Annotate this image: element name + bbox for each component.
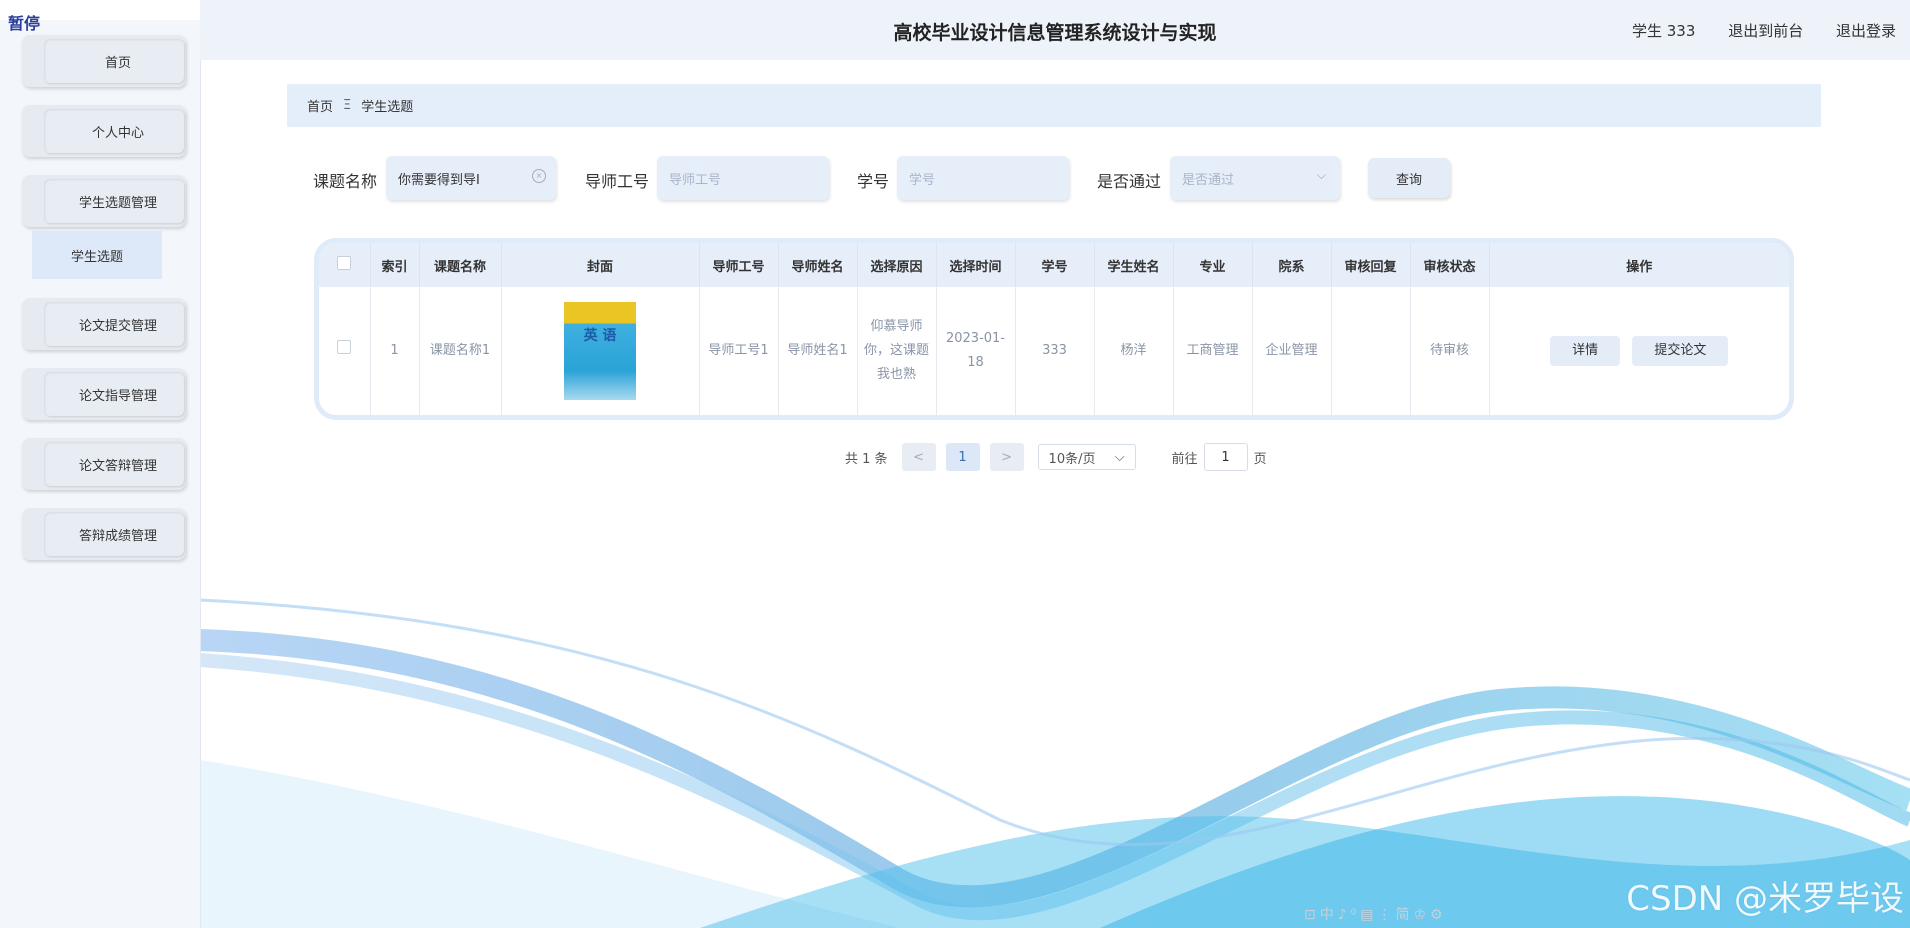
top-header: 高校毕业设计信息管理系统设计与实现 学生 333 退出到前台 退出登录	[200, 0, 1910, 60]
column-header: 导师姓名	[778, 243, 858, 287]
current-user: 学生 333	[1632, 22, 1696, 40]
select-all-checkbox[interactable]	[337, 256, 352, 270]
breadcrumb-current: 学生选题	[361, 100, 414, 115]
student-id-label: 学号	[857, 172, 890, 191]
sidebar: 暂停 首页 个人中心 学生选题管理 学生选题 论文提交管理 论文指导管理 论文答…	[0, 0, 201, 928]
sidebar-item-thesis-submission[interactable]: 论文提交管理	[22, 298, 186, 350]
passed-placeholder: 是否通过	[1182, 172, 1235, 188]
teacher-id-label: 导师工号	[585, 172, 650, 191]
passed-label: 是否通过	[1097, 172, 1162, 191]
ime-toolbar: ⊡中♪⁰▤⋮简♔⚙	[1304, 907, 1447, 923]
cell-index: 1	[370, 287, 420, 415]
cover-title: 英 语	[583, 328, 617, 344]
chevron-down-icon: ⌵	[1114, 449, 1125, 465]
sidebar-item-defense-score[interactable]: 答辩成绩管理	[22, 508, 186, 560]
sidebar-item-label: 答辩成绩管理	[44, 512, 184, 556]
detail-button[interactable]: 详情	[1550, 336, 1621, 366]
cell-status: 待审核	[1410, 287, 1490, 415]
cell-teacher-id: 导师工号1	[699, 287, 779, 415]
row-checkbox[interactable]	[337, 340, 352, 354]
pause-label[interactable]: 暂停	[8, 10, 40, 34]
cell-student-name: 杨洋	[1094, 287, 1174, 415]
column-header: 学号	[1015, 243, 1095, 287]
cell-reply	[1331, 287, 1411, 415]
cell-teacher-name: 导师姓名1	[778, 287, 858, 415]
page-unit-label: 页	[1253, 451, 1267, 467]
page-size-value: 10条/页	[1048, 451, 1096, 467]
search-bar: 课题名称 你需要得到导I × 导师工号 导师工号 学号 学号 是否通过 是否通过…	[0, 156, 1910, 202]
column-header: 专业	[1173, 243, 1253, 287]
sidebar-item-thesis-guidance[interactable]: 论文指导管理	[22, 368, 186, 420]
sidebar-item-thesis-defense[interactable]: 论文答辩管理	[22, 438, 186, 490]
column-header: 索引	[370, 243, 420, 287]
column-header: 院系	[1252, 243, 1332, 287]
cell-cover: 英 语	[501, 287, 700, 415]
teacher-id-placeholder: 导师工号	[669, 172, 722, 188]
teacher-id-input[interactable]: 导师工号	[657, 156, 829, 200]
breadcrumb-separator: Ξ	[343, 98, 352, 113]
sidebar-item-label: 论文答辩管理	[44, 442, 184, 486]
topic-name-label: 课题名称	[313, 172, 378, 191]
topic-table: 索引 课题名称 封面 导师工号 导师姓名 选择原因 选择时间 学号 学生姓名 专…	[314, 238, 1794, 420]
sidebar-item-label: 论文指导管理	[44, 372, 184, 416]
column-header: 操作	[1489, 243, 1789, 287]
cell-department: 企业管理	[1252, 287, 1332, 415]
passed-select[interactable]: 是否通过 ⌵	[1170, 156, 1340, 200]
row-select-cell	[319, 287, 371, 415]
sidebar-item-home[interactable]: 首页	[22, 35, 186, 87]
prev-page-button[interactable]: <	[901, 443, 936, 471]
next-page-button[interactable]: >	[989, 443, 1024, 471]
column-header: 审核状态	[1410, 243, 1490, 287]
column-header: 选择时间	[936, 243, 1016, 287]
sidebar-item-label: 论文提交管理	[44, 302, 184, 346]
column-header: 课题名称	[419, 243, 502, 287]
sidebar-item-label: 个人中心	[44, 109, 184, 153]
goto-page-input[interactable]: 1	[1203, 443, 1248, 471]
student-id-input[interactable]: 学号	[897, 156, 1069, 200]
back-to-front-link[interactable]: 退出到前台	[1728, 22, 1803, 40]
cell-topic: 课题名称1	[419, 287, 502, 415]
logout-link[interactable]: 退出登录	[1836, 22, 1896, 40]
sidebar-item-label: 首页	[44, 39, 184, 83]
cell-time: 2023-01-18	[936, 287, 1016, 415]
student-id-placeholder: 学号	[909, 172, 936, 188]
sidebar-subitem-student-topic[interactable]: 学生选题	[32, 231, 162, 279]
breadcrumb: 首页 Ξ 学生选题	[287, 84, 1821, 127]
cell-student-id: 333	[1015, 287, 1095, 415]
breadcrumb-home[interactable]: 首页	[307, 96, 333, 115]
pagination: 共 1 条 < 1 > 10条/页 ⌵ 前往 1 页	[845, 442, 1267, 472]
table-header-row: 索引 课题名称 封面 导师工号 导师姓名 选择原因 选择时间 学号 学生姓名 专…	[319, 243, 1789, 287]
column-header: 封面	[501, 243, 700, 287]
column-header: 审核回复	[1331, 243, 1411, 287]
header-actions: 学生 333 退出到前台 退出登录	[1632, 20, 1910, 41]
topic-name-input[interactable]: 你需要得到导I ×	[386, 156, 556, 200]
clear-icon[interactable]: ×	[532, 169, 546, 183]
page-1-button[interactable]: 1	[945, 443, 980, 471]
page-size-select[interactable]: 10条/页 ⌵	[1037, 444, 1136, 470]
goto-label: 前往	[1171, 451, 1198, 467]
submit-thesis-button[interactable]: 提交论文	[1632, 336, 1729, 366]
query-button[interactable]: 查询	[1368, 158, 1450, 198]
cell-major: 工商管理	[1173, 287, 1253, 415]
select-all-header	[319, 243, 371, 287]
cell-reason: 仰慕导师你，这课题我也熟	[857, 287, 937, 415]
cell-actions: 详情 提交论文	[1489, 287, 1789, 415]
column-header: 学生姓名	[1094, 243, 1174, 287]
table-row: 1 课题名称1 英 语 导师工号1 导师姓名1 仰慕导师你，这课题我也熟 202…	[319, 287, 1789, 415]
column-header: 导师工号	[699, 243, 779, 287]
cover-image[interactable]: 英 语	[564, 302, 636, 400]
chevron-down-icon: ⌵	[1316, 168, 1326, 182]
watermark: CSDN @米罗毕设	[1626, 879, 1904, 919]
total-count: 共 1 条	[845, 451, 888, 467]
topic-name-value: 你需要得到导I	[398, 172, 480, 188]
sidebar-item-personal-center[interactable]: 个人中心	[22, 105, 186, 157]
column-header: 选择原因	[857, 243, 937, 287]
